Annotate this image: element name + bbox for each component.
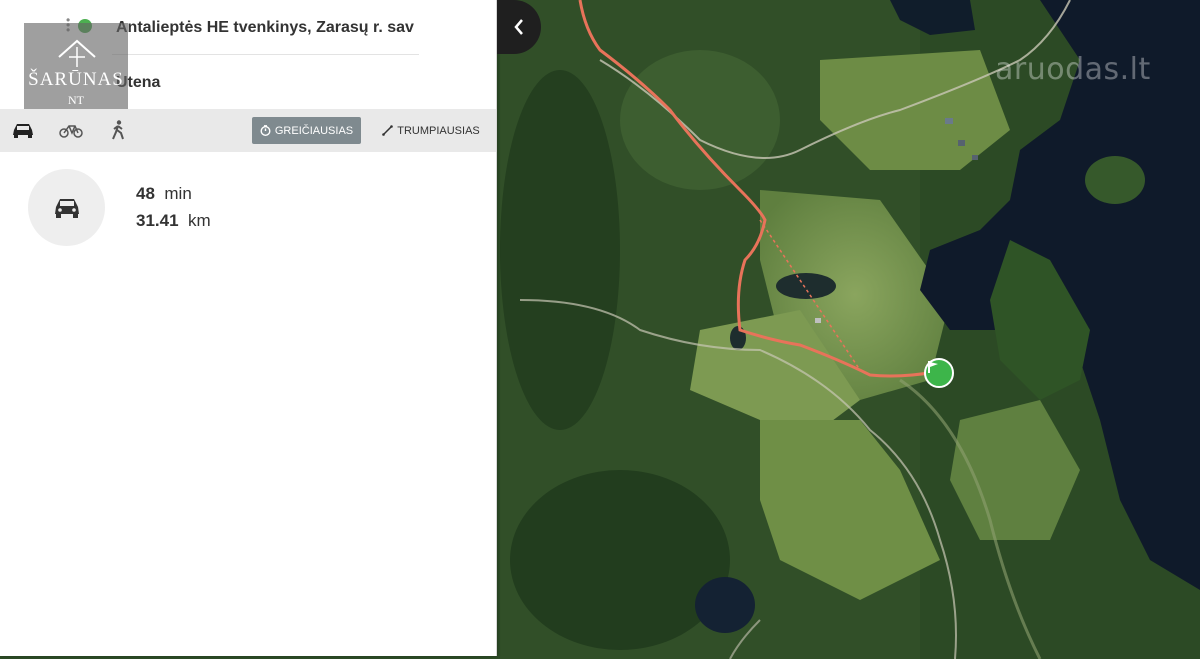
directions-panel: ••• Antalieptės HE tvenkinys, Zarasų r. … <box>0 0 497 656</box>
walk-icon <box>112 120 124 140</box>
travel-mode-bar: GREIČIAUSIAS TRUMPIAUSIAS <box>0 109 496 152</box>
map-watermark: aruodas.lt <box>995 52 1151 87</box>
stopwatch-icon <box>260 125 271 136</box>
distance-value: 31.41 <box>136 211 179 230</box>
destination-flag-icon[interactable] <box>924 358 954 388</box>
route-distance: 31.41 km <box>136 211 211 231</box>
car-icon <box>54 198 79 218</box>
route-from-text[interactable]: Antalieptės HE tvenkinys, Zarasų r. sav <box>116 19 416 37</box>
route-to-text[interactable]: Utena <box>116 74 416 92</box>
route-duration: 48 min <box>136 184 192 204</box>
mode-car-button[interactable] <box>10 119 36 141</box>
logo-sub: NT <box>68 93 84 107</box>
chevron-left-icon <box>514 19 523 35</box>
fastest-route-label: GREIČIAUSIAS <box>274 124 354 137</box>
fastest-route-button[interactable]: GREIČIAUSIAS <box>252 117 361 144</box>
shortest-route-label: TRUMPIAUSIAS <box>397 124 480 137</box>
car-icon <box>13 124 33 138</box>
duration-value: 48 <box>136 184 155 203</box>
route-separator <box>112 54 419 55</box>
distance-unit: km <box>188 211 211 230</box>
duration-unit: min <box>164 184 192 203</box>
mode-bike-button[interactable] <box>58 119 84 141</box>
logo-brand: ŠARŪNAS <box>28 69 124 90</box>
shortest-route-button[interactable]: TRUMPIAUSIAS <box>376 117 486 144</box>
ruler-icon <box>382 125 394 136</box>
result-car-badge <box>28 169 105 246</box>
house-logo-icon <box>58 39 96 67</box>
mode-walk-button[interactable] <box>105 119 131 141</box>
bike-icon <box>59 125 83 138</box>
